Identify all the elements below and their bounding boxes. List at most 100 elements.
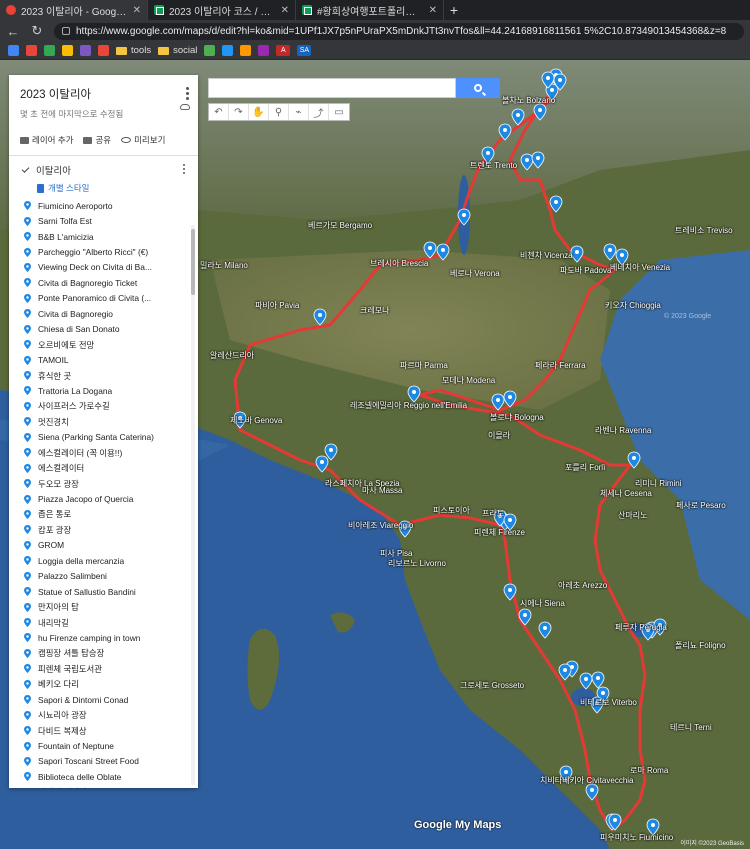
close-icon[interactable]: ✕ xyxy=(281,5,289,16)
city-label: 산마리노 xyxy=(618,511,648,520)
place-item[interactable]: Chiesa di San Donato xyxy=(22,322,198,337)
ruler-icon[interactable]: ▭ xyxy=(329,104,349,120)
bookmark-folder-social[interactable]: social xyxy=(158,45,197,56)
place-name: 시뇨리아 광장 xyxy=(38,710,87,721)
city-label: 피스토이아 xyxy=(433,506,470,515)
bookmark-folder-tools[interactable]: tools xyxy=(116,45,151,56)
place-item[interactable]: Ponte Panoramico di Civita (... xyxy=(22,291,198,306)
bookmark-icon[interactable] xyxy=(204,45,216,56)
place-item[interactable]: Biblioteca delle Oblate xyxy=(22,769,198,784)
place-item[interactable]: Palazzo Salimbeni xyxy=(22,569,198,584)
close-icon[interactable]: ✕ xyxy=(429,5,437,16)
layer-style-link[interactable]: 개별 스타일 xyxy=(9,179,198,198)
redo-icon[interactable]: ↷ xyxy=(229,104,249,120)
sheets-favicon-icon xyxy=(154,5,164,15)
new-tab-button[interactable]: + xyxy=(444,0,464,20)
layer-name[interactable]: 이탈리아 xyxy=(36,163,71,177)
close-icon[interactable]: ✕ xyxy=(133,5,141,16)
tab-label: 2023 이탈리아 코스 / 예산 / 기타 xyxy=(169,6,276,18)
map-title[interactable]: 2023 이탈리아 xyxy=(20,86,187,102)
draw-line-icon[interactable]: ⌁ xyxy=(289,104,309,120)
layer-header[interactable]: 이탈리아 xyxy=(9,156,198,179)
place-item[interactable]: Civita di Bagnoregio Ticket xyxy=(22,275,198,290)
place-item[interactable]: GROM xyxy=(22,538,198,553)
map-search-button[interactable] xyxy=(456,78,500,98)
undo-icon[interactable]: ↶ xyxy=(209,104,229,120)
place-name: 멋진경치 xyxy=(38,416,69,427)
url-input[interactable]: https://www.google.com/maps/d/edit?hl=ko… xyxy=(54,22,744,40)
bookmark-badge[interactable]: SA xyxy=(297,45,312,56)
place-item[interactable]: 에스컬레이터 (꼭 이용!!) xyxy=(22,445,198,460)
bookmark-icon[interactable] xyxy=(222,45,234,56)
bookmark-icon[interactable] xyxy=(240,45,252,56)
bookmark-icon[interactable] xyxy=(8,45,19,56)
place-item[interactable]: Statue of Sallustio Bandini xyxy=(22,584,198,599)
layer-options-icon[interactable] xyxy=(183,164,185,174)
place-item[interactable]: Trattoria La Dogana xyxy=(22,383,198,398)
place-item[interactable]: Piazza Jacopo of Quercia xyxy=(22,491,198,506)
map-pin-icon xyxy=(24,448,31,458)
reload-icon[interactable]: ↻ xyxy=(30,23,44,39)
preview-button[interactable]: 미리보기 xyxy=(121,134,165,146)
place-name: Viewing Deck on Civita di Ba... xyxy=(38,262,152,273)
place-item[interactable]: 멋진경치 xyxy=(22,414,198,429)
add-layer-button[interactable]: 레이어 추가 xyxy=(20,134,73,146)
place-item[interactable]: 피렌체 국립도서관 xyxy=(22,661,198,676)
directions-icon[interactable]: ⤴ xyxy=(309,104,329,120)
map-pin-icon xyxy=(24,525,31,535)
bookmark-icon[interactable] xyxy=(62,45,73,56)
place-name: B&B L'amicizia xyxy=(38,231,94,242)
marker-icon[interactable]: ⚲ xyxy=(269,104,289,120)
map-pin-icon xyxy=(24,494,31,504)
scrollbar-thumb[interactable] xyxy=(191,229,195,295)
place-item[interactable]: 베키오 다리 xyxy=(22,677,198,692)
bookmark-icon[interactable] xyxy=(44,45,55,56)
more-options-icon[interactable] xyxy=(186,87,189,100)
place-item[interactable]: Parcheggio "Alberto Ricci" (€) xyxy=(22,244,198,259)
tab-maps[interactable]: 2023 이탈리아 - Google 내 지도 ✕ xyxy=(0,0,148,20)
map-search-input[interactable] xyxy=(208,78,456,98)
place-name: 캄포 광장 xyxy=(38,524,72,535)
place-item[interactable]: Viewing Deck on Civita di Ba... xyxy=(22,260,198,275)
place-item[interactable]: 에스컬레이터 xyxy=(22,460,198,475)
bookmark-icon[interactable] xyxy=(258,45,270,56)
bookmark-badge[interactable]: A xyxy=(276,45,291,56)
city-label: 제노바 Genova xyxy=(230,416,283,425)
place-item[interactable]: Fountain of Neptune xyxy=(22,738,198,753)
checkbox-checked-icon[interactable] xyxy=(21,164,30,173)
place-item[interactable]: 휴식한 곳 xyxy=(22,368,198,383)
place-item[interactable]: B&B L'amicizia xyxy=(22,229,198,244)
place-item[interactable]: Fiumicino Aeroporto xyxy=(22,198,198,213)
tab-sheets-course[interactable]: 2023 이탈리아 코스 / 예산 / 기타 ✕ xyxy=(148,0,296,20)
place-item[interactable]: 좁은 통로 xyxy=(22,507,198,522)
place-item[interactable]: 피렌체 대성당 xyxy=(22,785,198,788)
bookmark-icon[interactable] xyxy=(26,45,37,56)
place-item[interactable]: Sapori & Dintorni Conad xyxy=(22,692,198,707)
place-item[interactable]: Civita di Bagnoregio xyxy=(22,306,198,321)
place-name: hu Firenze camping in town xyxy=(38,632,141,643)
place-item[interactable]: 캄포 광장 xyxy=(22,522,198,537)
add-layer-label: 레이어 추가 xyxy=(32,135,74,145)
bookmark-icon[interactable] xyxy=(80,45,91,56)
place-item[interactable]: Sarni Tolfa Est xyxy=(22,213,198,228)
hand-icon[interactable]: ✋ xyxy=(249,104,269,120)
tab-sheets-portfolio[interactable]: #황희상여행포트폴리오.xlsx - Go ✕ xyxy=(296,0,444,20)
place-item[interactable]: Siena (Parking Santa Caterina) xyxy=(22,430,198,445)
place-item[interactable]: 다비드 복제상 xyxy=(22,723,198,738)
place-item[interactable]: 내리막길 xyxy=(22,615,198,630)
place-item[interactable]: 캠핑장 셔틀 탑승장 xyxy=(22,646,198,661)
back-arrow-icon[interactable]: ← xyxy=(6,24,20,39)
place-item[interactable]: 오르비에토 전망 xyxy=(22,337,198,352)
place-item[interactable]: 만지아의 탑 xyxy=(22,599,198,614)
map-pin-icon xyxy=(24,232,31,242)
place-item[interactable]: hu Firenze camping in town xyxy=(22,630,198,645)
place-item[interactable]: 시뇨리아 광장 xyxy=(22,707,198,722)
place-item[interactable]: Sapori Toscani Street Food xyxy=(22,754,198,769)
bookmark-icon[interactable] xyxy=(98,45,109,56)
place-item[interactable]: 사이프러스 가로수길 xyxy=(22,399,198,414)
place-item[interactable]: Loggia della mercanzia xyxy=(22,553,198,568)
share-button[interactable]: 공유 xyxy=(83,134,111,146)
place-item[interactable]: 두오모 광장 xyxy=(22,476,198,491)
scrollbar-track[interactable] xyxy=(191,225,195,785)
place-item[interactable]: TAMOIL xyxy=(22,352,198,367)
